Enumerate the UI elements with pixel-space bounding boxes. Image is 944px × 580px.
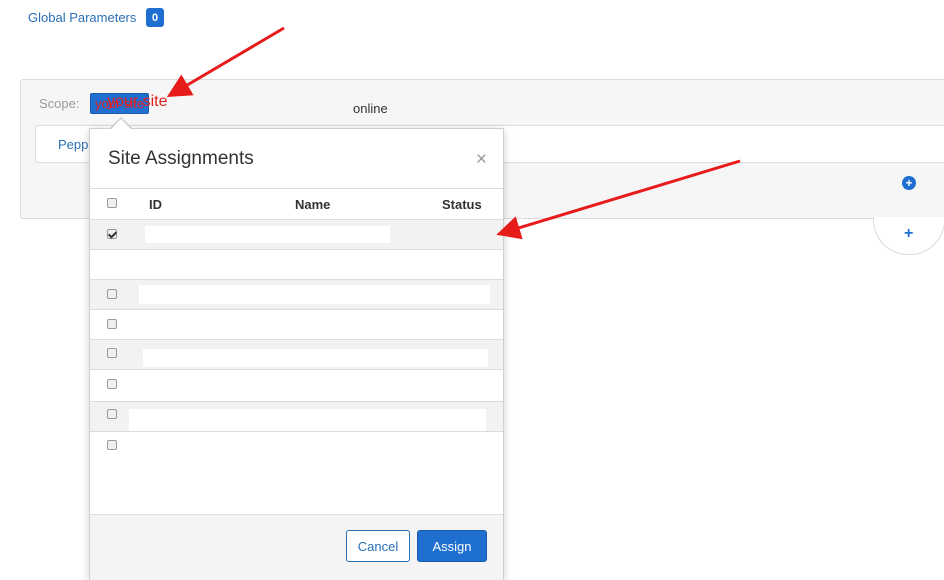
table-row[interactable] bbox=[90, 220, 503, 250]
selected-site-name: your site bbox=[107, 93, 168, 110]
modal-footer: Cancel Assign bbox=[90, 514, 503, 580]
row-checkbox[interactable] bbox=[107, 409, 117, 419]
redacted-block bbox=[129, 409, 486, 431]
popover-caret-inner bbox=[111, 119, 131, 129]
scope-label: Scope: bbox=[39, 96, 80, 111]
redacted-block bbox=[143, 349, 488, 367]
plus-icon: + bbox=[904, 225, 914, 242]
site-assignments-modal: Site Assignments × ID Name Status Cancel bbox=[89, 128, 504, 580]
modal-title: Site Assignments bbox=[108, 148, 254, 169]
column-header-name: Name bbox=[295, 197, 331, 212]
row-checkbox[interactable] bbox=[107, 379, 117, 389]
table-header: ID Name Status bbox=[90, 188, 503, 221]
assign-button[interactable]: Assign bbox=[417, 530, 487, 562]
select-all-checkbox[interactable] bbox=[107, 198, 117, 208]
redacted-block bbox=[139, 285, 490, 304]
redacted-block bbox=[145, 226, 390, 243]
add-parameter-button[interactable]: + bbox=[873, 217, 944, 255]
table-row[interactable] bbox=[90, 310, 503, 340]
table-row[interactable] bbox=[90, 432, 503, 462]
selected-site-status: online bbox=[353, 101, 388, 116]
table-row[interactable] bbox=[90, 370, 503, 402]
table-row[interactable] bbox=[90, 340, 503, 370]
row-checkbox[interactable] bbox=[107, 229, 117, 239]
row-checkbox[interactable] bbox=[107, 348, 117, 358]
cancel-button[interactable]: Cancel bbox=[346, 530, 410, 562]
column-header-status: Status bbox=[442, 197, 482, 212]
row-checkbox[interactable] bbox=[107, 440, 117, 450]
global-parameters-link[interactable]: Global Parameters bbox=[28, 10, 136, 25]
column-header-id: ID bbox=[149, 197, 162, 212]
table-row[interactable] bbox=[90, 402, 503, 432]
close-icon[interactable]: × bbox=[476, 149, 487, 171]
row-checkbox[interactable] bbox=[107, 319, 117, 329]
table-row[interactable] bbox=[90, 280, 503, 310]
plus-circle-icon[interactable]: + bbox=[902, 176, 916, 190]
table-row bbox=[90, 250, 503, 280]
row-checkbox[interactable] bbox=[107, 289, 117, 299]
parameter-count-badge: 0 bbox=[146, 8, 164, 27]
